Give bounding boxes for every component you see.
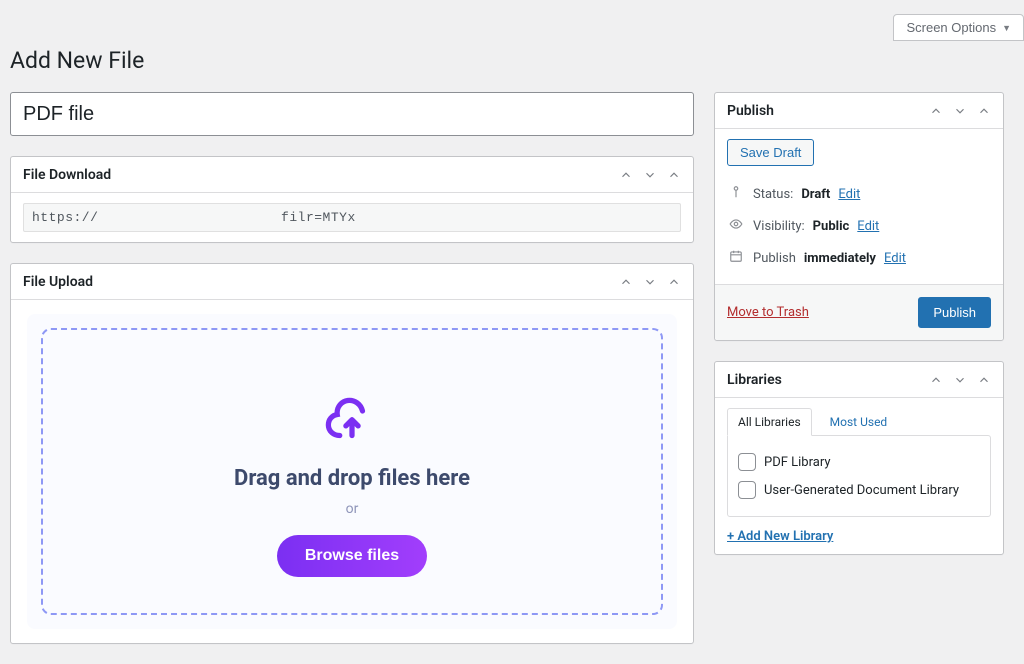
library-item-label[interactable]: User-Generated Document Library <box>764 483 959 498</box>
move-down-icon[interactable] <box>641 273 659 291</box>
move-down-icon[interactable] <box>951 102 969 120</box>
visibility-row: Visibility: Public Edit <box>727 210 991 242</box>
edit-status-link[interactable]: Edit <box>838 187 860 202</box>
libraries-box: Libraries All Libraries Most Used <box>714 361 1004 555</box>
status-value: Draft <box>801 187 830 202</box>
add-new-library-link[interactable]: + Add New Library <box>727 529 833 544</box>
save-draft-button[interactable]: Save Draft <box>727 139 814 166</box>
checkbox[interactable] <box>738 453 756 471</box>
eye-icon <box>727 217 745 235</box>
file-upload-box: File Upload <box>10 263 694 644</box>
pin-icon <box>727 185 745 203</box>
publish-button[interactable]: Publish <box>918 297 991 328</box>
status-row: Status: Draft Edit <box>727 178 991 210</box>
library-item: PDF Library <box>738 448 980 476</box>
file-download-box: File Download <box>10 156 694 243</box>
edit-schedule-link[interactable]: Edit <box>884 251 906 266</box>
visibility-label: Visibility: <box>753 219 805 234</box>
post-title-input[interactable] <box>10 92 694 136</box>
checkbox[interactable] <box>738 481 756 499</box>
publish-value: immediately <box>804 251 876 266</box>
screen-options-label: Screen Options <box>906 20 996 35</box>
publish-heading: Publish <box>727 103 774 119</box>
download-url-field[interactable] <box>23 203 681 232</box>
publish-box: Publish Save Draft Status <box>714 92 1004 341</box>
cloud-upload-icon <box>63 390 641 446</box>
move-down-icon[interactable] <box>951 371 969 389</box>
toggle-panel-icon[interactable] <box>665 166 683 184</box>
toggle-panel-icon[interactable] <box>975 371 993 389</box>
calendar-icon <box>727 249 745 267</box>
move-up-icon[interactable] <box>617 166 635 184</box>
library-item-label[interactable]: PDF Library <box>764 455 831 470</box>
tab-most-used[interactable]: Most Used <box>820 409 898 435</box>
dropzone-or: or <box>63 501 641 517</box>
move-up-icon[interactable] <box>927 102 945 120</box>
page-title: Add New File <box>10 47 1004 74</box>
move-up-icon[interactable] <box>927 371 945 389</box>
move-up-icon[interactable] <box>617 273 635 291</box>
edit-visibility-link[interactable]: Edit <box>857 219 879 234</box>
file-download-heading: File Download <box>23 167 111 183</box>
status-label: Status: <box>753 187 793 202</box>
toggle-panel-icon[interactable] <box>975 102 993 120</box>
move-to-trash-link[interactable]: Move to Trash <box>727 305 809 320</box>
toggle-panel-icon[interactable] <box>665 273 683 291</box>
chevron-down-icon: ▼ <box>1002 23 1011 33</box>
dropzone[interactable]: Drag and drop files here or Browse files <box>41 328 663 615</box>
tab-all-libraries[interactable]: All Libraries <box>727 408 812 436</box>
library-item: User-Generated Document Library <box>738 476 980 504</box>
schedule-row: Publish immediately Edit <box>727 242 991 274</box>
libraries-heading: Libraries <box>727 372 782 388</box>
move-down-icon[interactable] <box>641 166 659 184</box>
screen-options-button[interactable]: Screen Options ▼ <box>893 14 1024 41</box>
publish-label: Publish <box>753 251 796 266</box>
dropzone-headline: Drag and drop files here <box>63 466 641 491</box>
visibility-value: Public <box>813 219 850 234</box>
file-upload-heading: File Upload <box>23 274 93 290</box>
